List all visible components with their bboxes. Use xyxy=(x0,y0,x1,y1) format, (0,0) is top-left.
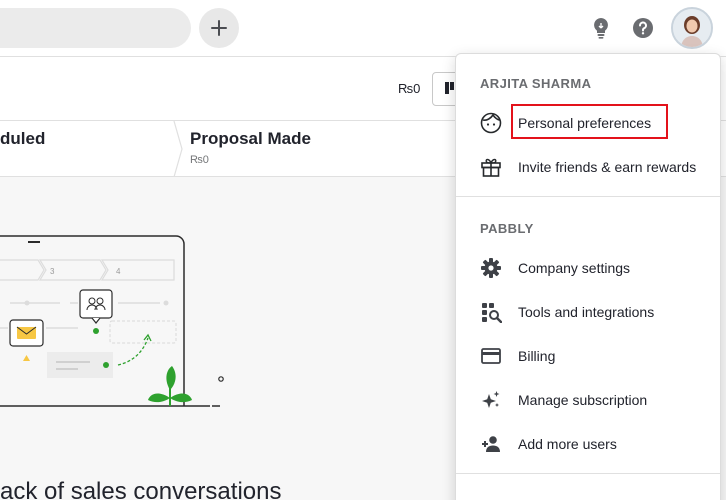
help-button[interactable] xyxy=(631,16,655,40)
menu-item-label: Manage subscription xyxy=(518,392,648,408)
menu-item-icon xyxy=(480,493,502,500)
next-menu-item[interactable] xyxy=(456,484,720,500)
illustration-step: 3 xyxy=(50,267,55,276)
lightbulb-icon xyxy=(594,18,608,39)
menu-divider xyxy=(456,196,720,197)
face-icon xyxy=(480,112,502,134)
user-name-label: ARJITA SHARMA xyxy=(480,76,592,91)
tools-integrations-item[interactable]: Tools and integrations xyxy=(456,292,720,332)
stage-divider xyxy=(173,121,183,177)
highlight-box xyxy=(511,104,668,139)
company-settings-item[interactable]: Company settings xyxy=(456,248,720,288)
add-user-icon xyxy=(480,433,502,455)
avatar[interactable] xyxy=(671,7,713,49)
pipeline-total: ₨0 xyxy=(398,81,421,96)
menu-item-label: Invite friends & earn rewards xyxy=(518,159,697,175)
search-input[interactable] xyxy=(0,8,191,48)
manage-subscription-item[interactable]: Manage subscription xyxy=(456,380,720,420)
menu-item-label: Add more users xyxy=(518,436,617,452)
gear-icon xyxy=(480,257,502,279)
top-bar xyxy=(0,0,726,57)
tips-button[interactable] xyxy=(589,16,613,40)
empty-pipeline-illustration: 3 4 xyxy=(0,235,224,407)
billing-item[interactable]: Billing xyxy=(456,336,720,376)
plus-icon xyxy=(211,20,227,36)
illustration-step: 4 xyxy=(116,267,121,276)
empty-state-heading: rack of sales conversations xyxy=(0,478,282,500)
add-button[interactable] xyxy=(199,8,239,48)
menu-item-label: Company settings xyxy=(518,260,631,276)
sparkle-icon xyxy=(480,389,502,411)
stage-title: Proposal Made xyxy=(190,129,311,148)
user-photo-icon xyxy=(673,9,711,47)
tools-icon xyxy=(480,301,502,323)
stage-amount: ₨0 xyxy=(190,154,209,166)
menu-item-label: Billing xyxy=(518,348,556,364)
gift-icon xyxy=(480,156,502,178)
credit-card-icon xyxy=(480,345,502,367)
invite-friends-item[interactable]: Invite friends & earn rewards xyxy=(456,147,720,187)
company-name-label: PABBLY xyxy=(480,221,534,236)
menu-divider xyxy=(456,473,720,474)
question-icon xyxy=(633,18,653,38)
menu-item-label: Tools and integrations xyxy=(518,304,655,320)
add-more-users-item[interactable]: Add more users xyxy=(456,424,720,464)
stage-title: duled xyxy=(0,129,46,148)
